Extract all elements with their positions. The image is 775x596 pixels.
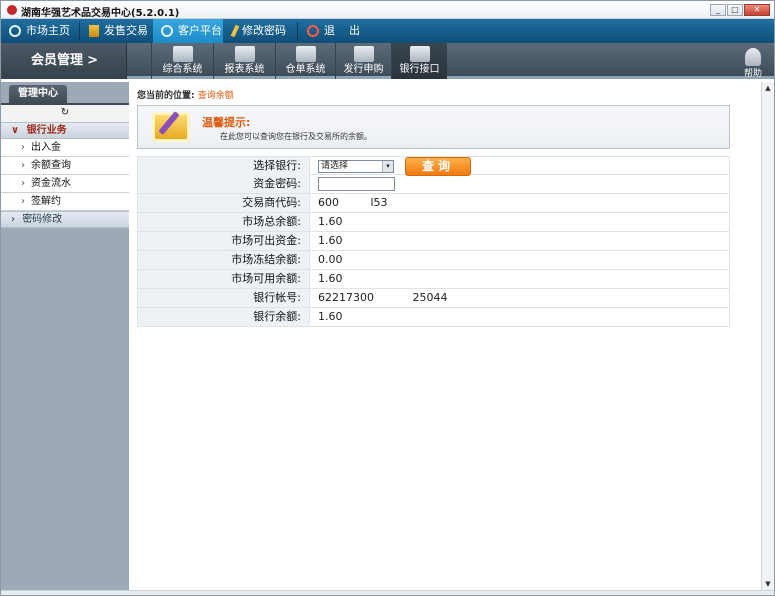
chevron-right-icon: › [21,160,25,171]
nav-change-password[interactable]: 修改密码 [225,19,295,43]
system-nav: 会员管理 > 综合系统 报表系统 仓单系统 发行申购 银行接口 帮助 [1,43,774,79]
status-bar [1,590,774,595]
minimize-button[interactable]: _ [710,4,726,16]
nav-issue-trade[interactable]: 发售交易 [81,19,151,43]
form-row-trader-code: 交易商代码: 600 l53 [137,194,730,213]
form-row-market-frozen: 市场冻结余额: 0.00 [137,251,730,270]
system-reports[interactable]: 报表系统 [213,43,275,79]
subscription-icon [353,46,374,62]
top-nav: 市场主页 发售交易 客户平台 修改密码 退 出 [1,19,774,43]
market-frozen-value: 0.00 [318,253,343,266]
sidebar-group-password-change[interactable]: › 密码修改 [1,211,129,228]
bank-icon [409,46,430,62]
bank-balance-value: 1.60 [318,310,343,323]
query-button[interactable]: 查询 [405,157,471,176]
window-title: 湖南华强艺术品交易中心(5.2.0.1) [21,8,180,19]
chevron-right-icon: › [21,142,25,153]
dropdown-arrow-icon: ▾ [382,161,393,172]
sidebar-item-fund-flow[interactable]: › 资金流水 [1,175,129,193]
chevron-down-icon: ∨ [11,125,20,136]
bank-select[interactable]: 请选择 ▾ [318,160,394,173]
title-bar: 湖南华强艺术品交易中心(5.2.0.1) _ □ ✕ [1,1,774,19]
power-icon [307,25,319,37]
vertical-scrollbar[interactable]: ▲ ▼ [761,82,774,590]
nav-client-platform[interactable]: 客户平台 [153,19,223,43]
form-row-bank: 选择银行: 请选择 ▾ 查询 [137,156,730,176]
notepad-pen-icon [152,112,190,142]
window-controls: _ □ ✕ [710,4,770,16]
form-row-password: 资金密码: [137,175,730,194]
trader-code-value: 600 l53 [318,196,388,209]
bank-account-value: 62217300 25044 [318,291,448,304]
sidebar-item-deposit-withdraw[interactable]: › 出入金 [1,139,129,157]
warehouse-icon [295,46,316,62]
chevron-right-icon: > [87,53,98,68]
member-management[interactable]: 会员管理 > [1,43,127,79]
tip-title: 温馨提示: [202,116,251,129]
nav-divider [79,22,80,40]
help-button[interactable]: 帮助 [744,45,762,80]
system-comprehensive[interactable]: 综合系统 [151,43,213,79]
help-person-icon [744,48,761,66]
market-total-value: 1.60 [318,215,343,228]
nav-logout-2[interactable]: 出 [341,19,365,43]
sidebar-item-balance-query[interactable]: › 余额查询 [1,157,129,175]
fund-password-input[interactable] [318,177,395,191]
chevron-right-icon: › [21,178,25,189]
money-icon [89,25,99,37]
market-withdrawable-value: 1.60 [318,234,343,247]
tip-text: 在此您可以查询您在银行及交易所的余额。 [220,132,372,141]
app-window: 湖南华强艺术品交易中心(5.2.0.1) _ □ ✕ 市场主页 发售交易 客户平… [0,0,775,596]
scroll-up-icon[interactable]: ▲ [762,82,774,94]
refresh-icon[interactable]: ↻ [61,107,69,118]
nav-logout[interactable]: 退 [299,19,335,43]
breadcrumb-current: 查询余额 [197,91,234,101]
maximize-button[interactable]: □ [727,4,743,16]
tab-management-center[interactable]: 管理中心 [9,85,67,103]
scroll-down-icon[interactable]: ▼ [762,578,774,590]
sidebar-toolbar: ↻ [1,105,129,122]
form-row-bank-account: 银行帐号: 62217300 25044 [137,289,730,308]
sidebar-group-bank-business[interactable]: ∨ 银行业务 [1,122,129,139]
left-sidebar: 管理中心 ↻ ∨ 银行业务 › 出入金 › 余额查询 › 资金流水 › 签解约 … [1,82,129,590]
monitor-icon [172,46,193,62]
chevron-right-icon: › [11,214,15,225]
form-row-market-total: 市场总余额: 1.60 [137,213,730,232]
close-button[interactable]: ✕ [744,4,770,16]
app-logo-icon [7,5,17,15]
nav-market-home[interactable]: 市场主页 [1,19,77,43]
market-available-value: 1.60 [318,272,343,285]
nav-divider [297,22,298,40]
form-row-market-available: 市场可用余额: 1.60 [137,270,730,289]
main-content: 您当前的位置: 查询余额 温馨提示: 在此您可以查询您在银行及交易所的余额。 选… [129,82,774,590]
system-bank-interface[interactable]: 银行接口 [391,43,447,79]
system-subscription[interactable]: 发行申购 [335,43,391,79]
globe-icon [9,25,21,37]
form-row-bank-balance: 银行余额: 1.60 [137,308,730,327]
tip-panel: 温馨提示: 在此您可以查询您在银行及交易所的余额。 [137,105,730,149]
chevron-right-icon: › [21,196,25,207]
fund-password-label: 资金密码: [138,175,310,193]
pen-icon [230,24,240,38]
globe-icon [161,25,173,37]
bank-select-label: 选择银行: [138,157,310,175]
report-icon [234,46,255,62]
breadcrumb: 您当前的位置: 查询余额 [137,91,234,101]
sidebar-item-sign-agreement[interactable]: › 签解约 [1,193,129,211]
system-warehouse[interactable]: 仓单系统 [275,43,335,79]
form-row-market-withdrawable: 市场可出资金: 1.60 [137,232,730,251]
